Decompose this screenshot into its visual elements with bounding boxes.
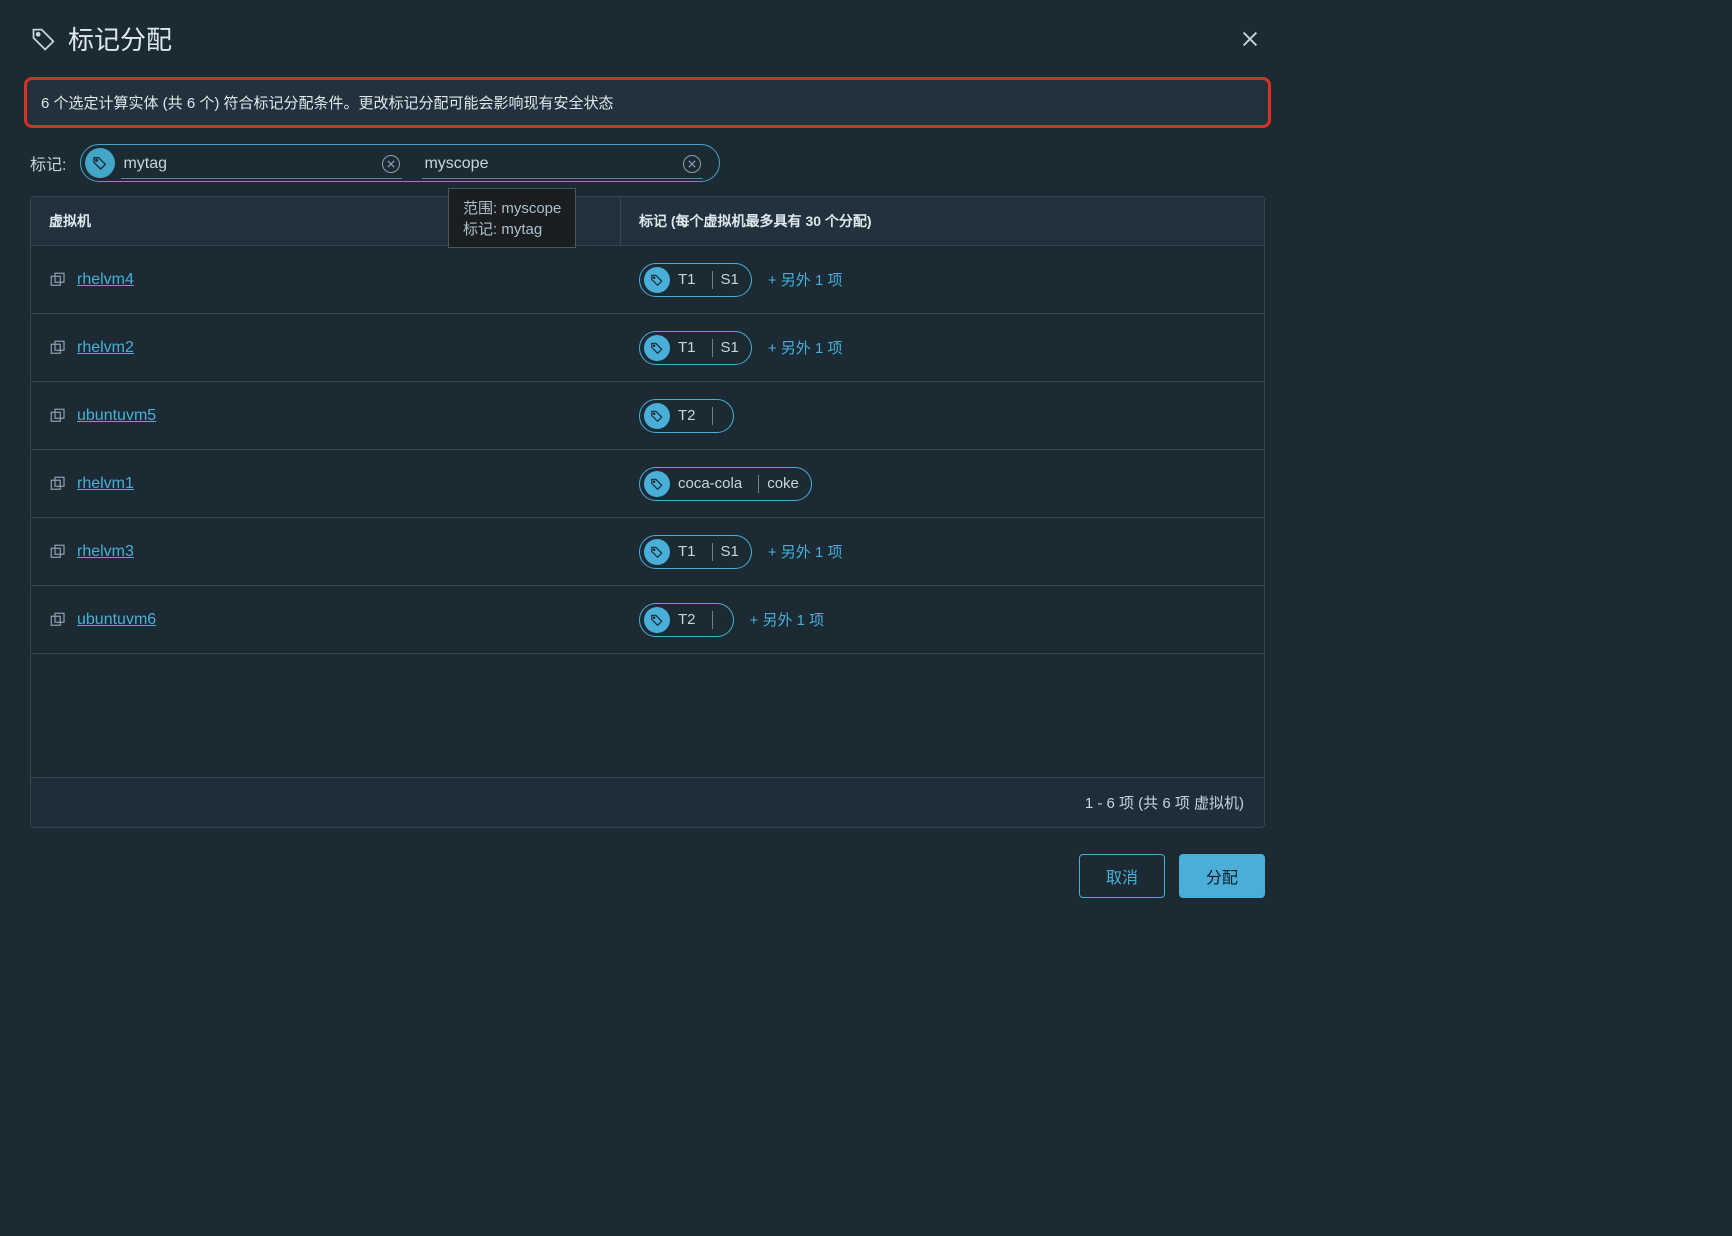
tag-chip-divider bbox=[712, 271, 713, 289]
cell-vm: rhelvm2 bbox=[31, 339, 621, 357]
cell-tags: T1 S1 + 另外 1 项 bbox=[621, 331, 1264, 365]
tag-chip-b: coke bbox=[767, 475, 807, 492]
tag-chip[interactable]: T1 S1 bbox=[639, 535, 752, 569]
dialog-title-wrap: 标记分配 bbox=[30, 20, 172, 57]
tooltip-tag: 标记: mytag bbox=[463, 218, 561, 239]
tag-chip-b: S1 bbox=[721, 543, 747, 560]
tag-icon bbox=[644, 539, 670, 565]
cancel-button[interactable]: 取消 bbox=[1079, 854, 1165, 898]
dialog-title: 标记分配 bbox=[68, 20, 172, 57]
vm-table: 虚拟机 标记 (每个虚拟机最多具有 30 个分配) rhelvm4 bbox=[30, 196, 1265, 828]
dialog-footer: 取消 分配 bbox=[0, 828, 1295, 924]
tag-chip-divider bbox=[712, 407, 713, 425]
tag-chip-divider bbox=[712, 339, 713, 357]
tag-icon bbox=[644, 335, 670, 361]
close-icon[interactable] bbox=[1235, 24, 1265, 54]
tag-input-row: 标记: mytag myscope bbox=[0, 144, 1295, 196]
table-row: rhelvm3 T1 S1 + 另外 1 项 bbox=[31, 518, 1264, 586]
tag-chip-b: S1 bbox=[721, 339, 747, 356]
tag-icon bbox=[30, 25, 58, 53]
vm-icon bbox=[49, 475, 67, 493]
tag-icon bbox=[85, 148, 115, 178]
cell-tags: T2 + 另外 1 项 bbox=[621, 603, 1264, 637]
tag-input[interactable]: mytag myscope bbox=[80, 144, 720, 182]
vm-icon bbox=[49, 611, 67, 629]
vm-link[interactable]: rhelvm2 bbox=[77, 339, 134, 357]
tag-chip-text: myscope bbox=[424, 155, 675, 173]
tag-chip-mytag[interactable]: mytag bbox=[121, 149, 402, 179]
tag-chip-divider bbox=[758, 475, 759, 493]
tag-more-link[interactable]: + 另外 1 项 bbox=[768, 269, 843, 290]
tag-chip-a: T1 bbox=[678, 271, 704, 288]
tag-assign-dialog: 标记分配 6 个选定计算实体 (共 6 个) 符合标记分配条件。更改标记分配可能… bbox=[0, 0, 1295, 924]
tag-chip[interactable]: T1 S1 bbox=[639, 331, 752, 365]
vm-link[interactable]: ubuntuvm6 bbox=[77, 611, 156, 629]
tooltip-scope: 范围: myscope bbox=[463, 197, 561, 218]
tag-chip-a: T2 bbox=[678, 407, 704, 424]
tag-chip[interactable]: coca-cola coke bbox=[639, 467, 812, 501]
table-row: ubuntuvm5 T2 bbox=[31, 382, 1264, 450]
tag-chip-b: S1 bbox=[721, 271, 747, 288]
tag-chip-myscope[interactable]: myscope bbox=[422, 149, 703, 179]
vm-icon bbox=[49, 407, 67, 425]
tag-chip-a: coca-cola bbox=[678, 475, 750, 492]
cell-tags: T1 S1 + 另外 1 项 bbox=[621, 535, 1264, 569]
assign-button[interactable]: 分配 bbox=[1179, 854, 1265, 898]
vm-link[interactable]: ubuntuvm5 bbox=[77, 407, 156, 425]
vm-icon bbox=[49, 339, 67, 357]
dialog-header: 标记分配 bbox=[0, 0, 1295, 67]
table-footer: 1 - 6 项 (共 6 项 虚拟机) bbox=[31, 777, 1264, 827]
clear-icon[interactable] bbox=[683, 155, 701, 173]
tag-chip-divider bbox=[712, 611, 713, 629]
cell-vm: rhelvm3 bbox=[31, 543, 621, 561]
vm-icon bbox=[49, 543, 67, 561]
tag-chip[interactable]: T2 bbox=[639, 603, 734, 637]
vm-link[interactable]: rhelvm3 bbox=[77, 543, 134, 561]
cell-vm: rhelvm1 bbox=[31, 475, 621, 493]
table-row: rhelvm4 T1 S1 + 另外 1 项 bbox=[31, 246, 1264, 314]
tag-icon bbox=[644, 471, 670, 497]
table-row: rhelvm2 T1 S1 + 另外 1 项 bbox=[31, 314, 1264, 382]
tag-input-label: 标记: bbox=[30, 151, 66, 175]
table-body: rhelvm4 T1 S1 + 另外 1 项 bbox=[31, 246, 1264, 777]
vm-link[interactable]: rhelvm4 bbox=[77, 271, 134, 289]
tag-chip-a: T1 bbox=[678, 339, 704, 356]
vm-icon bbox=[49, 271, 67, 289]
cell-vm: ubuntuvm5 bbox=[31, 407, 621, 425]
clear-icon[interactable] bbox=[382, 155, 400, 173]
info-banner: 6 个选定计算实体 (共 6 个) 符合标记分配条件。更改标记分配可能会影响现有… bbox=[24, 77, 1271, 128]
content-area: 虚拟机 标记 (每个虚拟机最多具有 30 个分配) rhelvm4 bbox=[0, 196, 1295, 828]
tag-chip-a: T1 bbox=[678, 543, 704, 560]
tag-chip-text: mytag bbox=[123, 155, 374, 173]
tag-more-link[interactable]: + 另外 1 项 bbox=[768, 337, 843, 358]
tag-tooltip: 范围: myscope 标记: mytag bbox=[448, 188, 576, 248]
cell-vm: ubuntuvm6 bbox=[31, 611, 621, 629]
tag-more-link[interactable]: + 另外 1 项 bbox=[750, 609, 825, 630]
cell-tags: coca-cola coke bbox=[621, 467, 1264, 501]
cell-vm: rhelvm4 bbox=[31, 271, 621, 289]
tag-more-link[interactable]: + 另外 1 项 bbox=[768, 541, 843, 562]
table-row: rhelvm1 coca-cola coke bbox=[31, 450, 1264, 518]
cell-tags: T2 bbox=[621, 399, 1264, 433]
vm-link[interactable]: rhelvm1 bbox=[77, 475, 134, 493]
tag-chip-a: T2 bbox=[678, 611, 704, 628]
header-tags: 标记 (每个虚拟机最多具有 30 个分配) bbox=[621, 197, 1264, 245]
tag-icon bbox=[644, 267, 670, 293]
cell-tags: T1 S1 + 另外 1 项 bbox=[621, 263, 1264, 297]
tag-chip[interactable]: T2 bbox=[639, 399, 734, 433]
table-row: ubuntuvm6 T2 + 另外 1 项 bbox=[31, 586, 1264, 654]
tag-chip-divider bbox=[712, 543, 713, 561]
tag-chip[interactable]: T1 S1 bbox=[639, 263, 752, 297]
tag-icon bbox=[644, 403, 670, 429]
table-header: 虚拟机 标记 (每个虚拟机最多具有 30 个分配) bbox=[31, 197, 1264, 246]
tag-icon bbox=[644, 607, 670, 633]
